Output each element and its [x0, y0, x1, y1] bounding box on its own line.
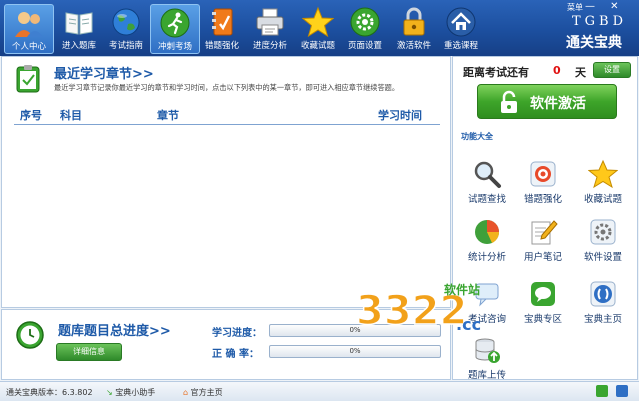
toolbar-reselect-course[interactable]: 重选课程 — [436, 4, 486, 54]
pie-chart-icon — [475, 220, 500, 244]
gear-icon — [350, 7, 380, 37]
homepage-link[interactable]: ⌂ 官方主页 — [183, 387, 223, 398]
toolbar-page-settings[interactable]: 页面设置 — [340, 4, 390, 54]
home-link-icon: ⌂ — [183, 388, 189, 397]
star-icon — [302, 6, 334, 38]
func-label: 软件设置 — [583, 252, 622, 263]
progress-title: 题库题目总进度>> — [58, 324, 171, 339]
func-label: 错题强化 — [523, 194, 562, 205]
unlock-icon — [501, 90, 517, 113]
toolbar-user-center[interactable]: 个人中心 — [4, 4, 54, 54]
notebook-icon — [212, 8, 233, 36]
func-software-settings[interactable]: 软件设置 — [575, 217, 631, 269]
column-subject[interactable]: 科目 — [60, 107, 82, 123]
func-baodian-zone[interactable]: 宝典专区 — [515, 279, 571, 331]
logo-text-chinese: 通关宝典 — [566, 35, 622, 51]
helper-link[interactable]: ↘ 宝典小助手 — [106, 387, 155, 398]
func-statistics[interactable]: 统计分析 — [459, 217, 515, 269]
column-chapter[interactable]: 章节 — [157, 107, 179, 123]
toolbar-wrong-questions[interactable]: 错题强化 — [197, 4, 247, 54]
top-toolbar: 个人中心 进入题库 考试指南 冲刺考场 错题强化 进度分析 收藏试题 页面设置 … — [0, 0, 639, 56]
pencil-note-icon — [531, 220, 558, 245]
homepage-icon — [590, 281, 616, 307]
column-study-time[interactable]: 学习时间 — [378, 107, 422, 123]
toolbar-activate[interactable]: 激活软件 — [389, 4, 439, 54]
func-exam-consult[interactable]: 考试咨询 — [459, 279, 515, 331]
question-progress-panel: 题库题目总进度>> 详细信息 学习进度： 0% 正 确 率： 0% — [1, 309, 451, 380]
exam-settings-button[interactable]: 设置 — [593, 62, 631, 78]
activate-software-label: 软件激活 — [530, 96, 586, 112]
accuracy-value: 0% — [349, 347, 361, 355]
func-user-notes[interactable]: 用户笔记 — [515, 217, 571, 269]
func-label: 题库上传 — [467, 370, 506, 381]
clock-icon — [16, 321, 44, 349]
toolbar-favorites[interactable]: 收藏试题 — [293, 4, 343, 54]
chat-icon — [475, 283, 499, 307]
toolbar-progress-analysis[interactable]: 进度分析 — [245, 4, 295, 54]
clipboard-icon — [16, 65, 40, 93]
activate-software-button[interactable]: 软件激活 — [477, 84, 617, 119]
status-info-icon[interactable] — [616, 385, 628, 397]
recent-study-title: 最近学习章节>> — [54, 67, 154, 82]
printer-icon — [256, 8, 284, 36]
func-baodian-home[interactable]: 宝典主页 — [575, 279, 631, 331]
user-icon — [15, 12, 43, 37]
func-wrong-questions[interactable]: 错题强化 — [515, 159, 571, 211]
status-bar: 通关宝典版本：6.3.802 ↘ 宝典小助手 ⌂ 官方主页 — [0, 381, 639, 401]
column-index[interactable]: 序号 — [20, 107, 42, 123]
func-label: 试题查找 — [467, 194, 506, 205]
runner-icon — [160, 8, 190, 38]
study-progress-label: 学习进度： — [212, 328, 262, 339]
exam-days-value: 0 — [553, 64, 561, 77]
exam-countdown-label: 距离考试还有 — [463, 66, 529, 79]
home-icon — [446, 7, 476, 37]
func-label: 宝典专区 — [523, 314, 562, 325]
func-label: 用户笔记 — [523, 252, 562, 263]
menu-button[interactable]: 菜单 — [567, 2, 583, 13]
func-favorites[interactable]: 收藏试题 — [575, 159, 631, 211]
detail-info-button[interactable]: 详细信息 — [56, 343, 122, 361]
speech-bubble-icon — [531, 282, 555, 306]
func-search-questions[interactable]: 试题查找 — [459, 159, 515, 211]
study-progress-value: 0% — [349, 326, 361, 334]
accuracy-bar: 0% — [269, 345, 441, 358]
lock-icon — [403, 7, 425, 36]
toolbar-enter-bank[interactable]: 进入题库 — [54, 4, 104, 54]
func-label: 考试咨询 — [467, 314, 506, 325]
func-label: 宝典主页 — [583, 314, 622, 325]
study-progress-bar: 0% — [269, 324, 441, 337]
window-controls[interactable]: — ✕ — [585, 1, 625, 12]
recent-study-panel: 最近学习章节>> 最近学习章节记录你最近学习的章节和学习时间，点击以下列表中的某… — [1, 56, 451, 308]
version-text: 通关宝典版本：6.3.802 — [6, 388, 93, 397]
func-label: 收藏试题 — [583, 194, 622, 205]
toolbar-sprint-exam[interactable]: 冲刺考场 — [150, 4, 200, 54]
logo-text-latin: TGBD — [572, 14, 628, 29]
settings-icon — [590, 219, 616, 245]
exam-days-unit: 天 — [575, 66, 586, 79]
right-sidebar: 距离考试还有 0 天 设置 软件激活 功能大全 试题查找 错题强化 收藏试题 统… — [452, 56, 638, 381]
wrench-icon: ↘ — [106, 388, 113, 397]
magnifier-icon — [474, 161, 501, 188]
book-icon — [65, 12, 93, 35]
func-label: 统计分析 — [467, 252, 506, 263]
globe-icon — [112, 8, 140, 36]
star-icon — [588, 159, 618, 189]
accuracy-label: 正 确 率： — [212, 349, 259, 360]
recent-study-description: 最近学习章节记录你最近学习的章节和学习时间，点击以下列表中的某一章节，即可进入相… — [54, 83, 400, 92]
recent-study-table-header: 序号 科目 章节 学习时间 — [14, 105, 440, 125]
function-list-title: 功能大全 — [461, 132, 493, 141]
toolbar-exam-guide[interactable]: 考试指南 — [101, 4, 151, 54]
status-chart-icon[interactable] — [596, 385, 608, 397]
database-upload-icon — [475, 338, 500, 363]
target-icon — [530, 161, 556, 187]
func-upload-bank[interactable]: 题库上传 — [459, 335, 515, 387]
